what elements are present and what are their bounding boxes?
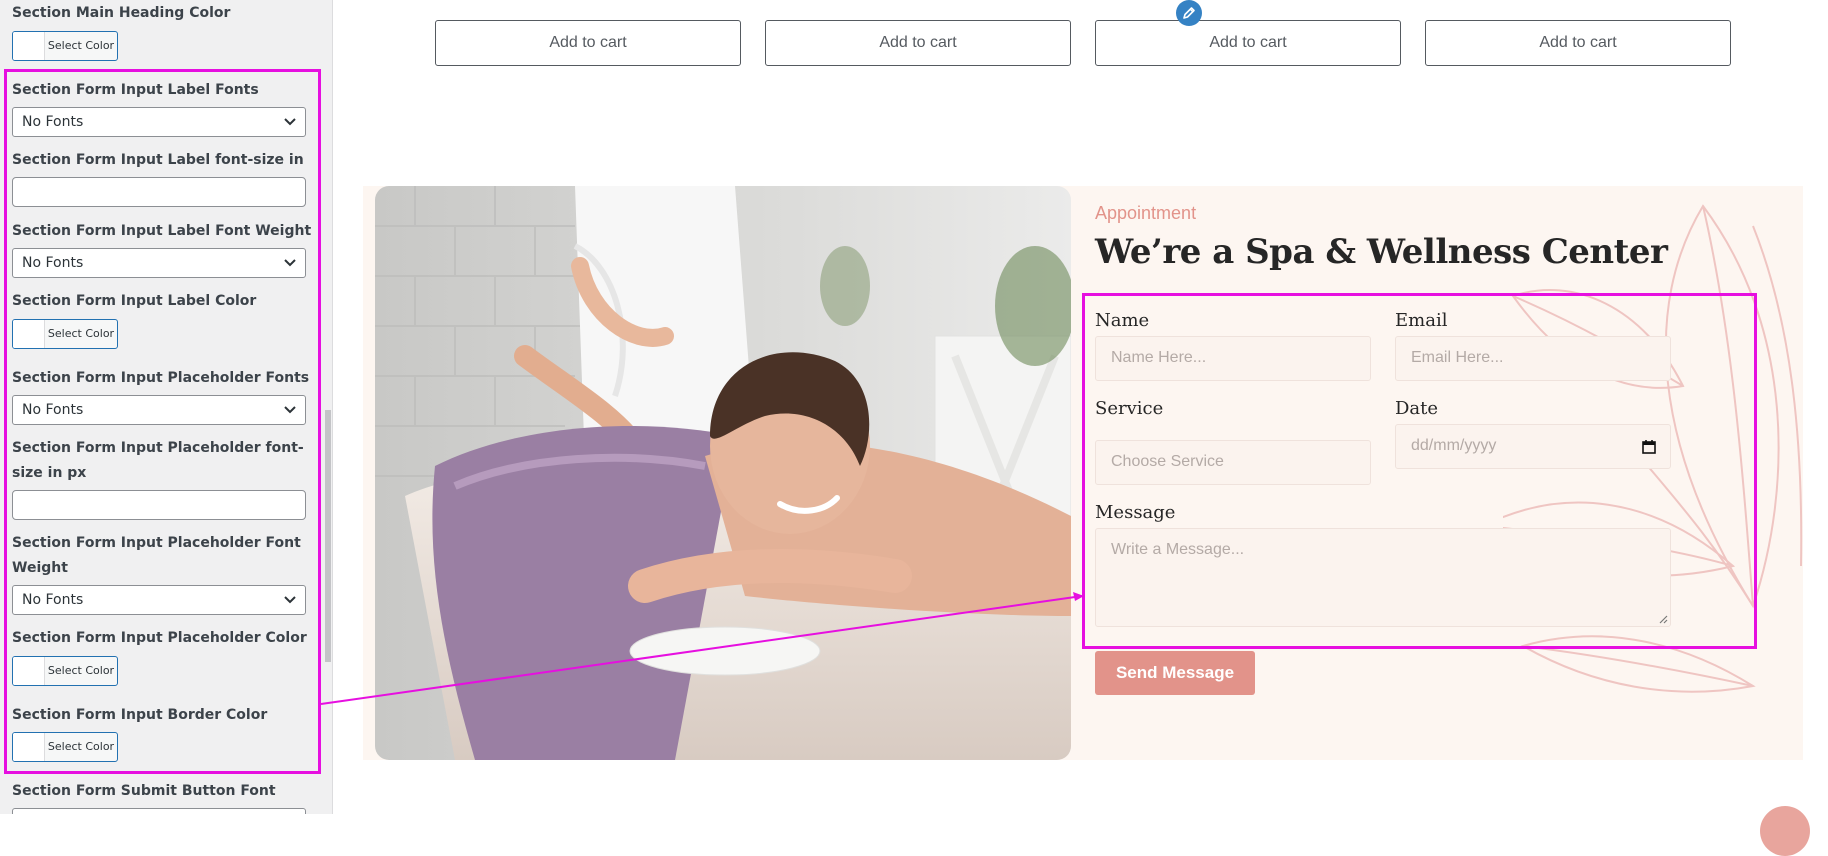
add-to-cart-button[interactable]: Add to cart bbox=[1095, 20, 1401, 66]
add-to-cart-button[interactable]: Add to cart bbox=[435, 20, 741, 66]
add-to-cart-button[interactable]: Add to cart bbox=[765, 20, 1071, 66]
main-heading-color-button[interactable]: Select Color bbox=[12, 31, 118, 61]
submit-font-select[interactable] bbox=[12, 808, 306, 814]
select-color-label: Select Color bbox=[47, 39, 115, 52]
highlight-box-settings bbox=[4, 69, 321, 774]
color-swatch bbox=[13, 32, 45, 60]
main-heading-color-label: Section Main Heading Color bbox=[12, 5, 231, 21]
send-message-button[interactable]: Send Message bbox=[1095, 651, 1255, 695]
section-heading: We’re a Spa & Wellness Center bbox=[1095, 232, 1668, 272]
pencil-icon bbox=[1183, 7, 1195, 19]
edit-shortcut-button[interactable] bbox=[1176, 0, 1202, 26]
spa-photo bbox=[375, 186, 1071, 760]
add-to-cart-button[interactable]: Add to cart bbox=[1425, 20, 1731, 66]
section-eyebrow: Appointment bbox=[1095, 203, 1197, 223]
spa-photo-illustration bbox=[375, 186, 1071, 760]
panel-scrollbar[interactable] bbox=[325, 410, 331, 662]
customizer-panel: Section Main Heading Color Select Color … bbox=[0, 0, 333, 814]
highlight-box-form bbox=[1082, 293, 1757, 649]
